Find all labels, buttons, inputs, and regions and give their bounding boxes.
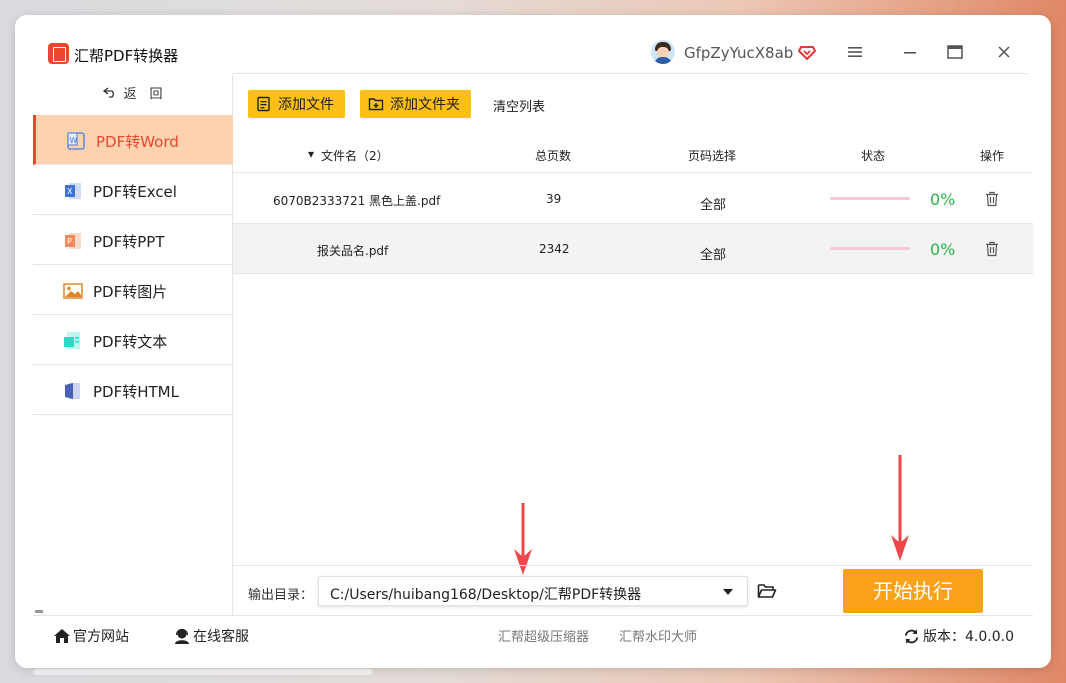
- username[interactable]: GfpZyYucX8ab: [684, 44, 793, 62]
- ppt-icon: P: [65, 233, 81, 249]
- progress-bar: [830, 197, 910, 200]
- sidebar-item-label: PDF转PPT: [93, 233, 165, 251]
- row-pages: 2342: [539, 242, 570, 256]
- refresh-icon: [904, 628, 919, 644]
- sort-caret-icon[interactable]: ▾: [308, 147, 314, 161]
- folder-open-icon[interactable]: [757, 582, 777, 600]
- back-label: 返 回: [123, 87, 163, 102]
- row-range[interactable]: 全部: [700, 244, 726, 263]
- sidebar-item-pdf-to-image[interactable]: PDF转图片: [33, 265, 233, 315]
- html-icon: [65, 383, 80, 399]
- official-website-label: 官方网站: [73, 629, 129, 645]
- progress-bar: [830, 247, 910, 250]
- add-folder-label: 添加文件夹: [390, 97, 460, 113]
- divider: [33, 615, 1033, 616]
- header-range: 页码选择: [688, 149, 737, 163]
- output-dir-label: 输出目录：: [248, 588, 314, 603]
- home-icon: [54, 629, 70, 643]
- back-button[interactable]: 返 回: [33, 83, 233, 107]
- app-window: 汇帮PDF转换器 GfpZyYucX8ab 返 回 W PDF转Word X P…: [15, 15, 1051, 668]
- divider: [233, 73, 1028, 74]
- word-icon: W: [67, 132, 85, 150]
- taskbar-hint: [33, 669, 373, 675]
- sidebar-item-label: PDF转文本: [93, 333, 168, 351]
- online-support-label: 在线客服: [193, 629, 249, 645]
- table-header: ▾ 文件名（2） 总页数 页码选择 状态 操作: [233, 135, 1033, 173]
- excel-icon: X: [65, 183, 81, 199]
- output-dir-value: C:/Users/huibang168/Desktop/汇帮PDF转换器: [330, 587, 642, 603]
- svg-text:W: W: [70, 136, 78, 145]
- svg-text:P: P: [67, 237, 72, 246]
- table-row[interactable]: 6070B2333721 黑色上盖.pdf 39 全部 0%: [233, 174, 1033, 224]
- headset-icon: [175, 628, 189, 644]
- sidebar-item-pdf-to-ppt[interactable]: P PDF转PPT: [33, 215, 233, 265]
- app-logo-icon: [48, 43, 69, 64]
- text-icon: [64, 332, 80, 349]
- official-website-link[interactable]: 官方网站: [53, 626, 129, 646]
- sidebar-item-label: PDF转图片: [93, 283, 168, 301]
- minimize-icon[interactable]: [901, 43, 919, 61]
- sidebar-item-label: PDF转HTML: [93, 383, 179, 401]
- resize-handle[interactable]: [35, 610, 43, 613]
- output-dir-select[interactable]: C:/Users/huibang168/Desktop/汇帮PDF转换器: [318, 576, 748, 606]
- chevron-down-icon: [723, 589, 733, 595]
- version-label: 版本：4.0.0.0: [923, 629, 1014, 645]
- sidebar-item-pdf-to-excel[interactable]: X PDF转Excel: [33, 165, 233, 215]
- start-button[interactable]: 开始执行: [843, 569, 983, 613]
- progress-percent: 0%: [930, 190, 956, 209]
- add-folder-icon: [368, 98, 384, 111]
- avatar[interactable]: [651, 40, 675, 64]
- sidebar-item-pdf-to-html[interactable]: PDF转HTML: [33, 365, 233, 415]
- row-pages: 39: [546, 192, 562, 206]
- back-arrow-icon: [103, 86, 117, 102]
- row-filename: 6070B2333721 黑色上盖.pdf: [273, 194, 441, 208]
- header-filename[interactable]: 文件名（2）: [321, 147, 389, 164]
- add-folder-button[interactable]: 添加文件夹: [360, 90, 471, 118]
- add-file-icon: [257, 96, 270, 112]
- maximize-icon[interactable]: [946, 43, 964, 61]
- menu-icon[interactable]: [846, 43, 864, 61]
- app-title: 汇帮PDF转换器: [74, 47, 179, 65]
- table-row[interactable]: 报关品名.pdf 2342 全部 0%: [233, 224, 1033, 274]
- vip-diamond-icon[interactable]: [798, 43, 816, 61]
- divider: [233, 565, 1033, 566]
- sidebar: 返 回 W PDF转Word X PDF转Excel P PDF转PPT PDF…: [33, 75, 233, 615]
- svg-text:X: X: [67, 187, 73, 196]
- sidebar-item-pdf-to-word[interactable]: W PDF转Word: [33, 115, 233, 165]
- trash-icon[interactable]: [985, 241, 999, 257]
- header-pages: 总页数: [535, 149, 572, 163]
- row-filename: 报关品名.pdf: [317, 244, 389, 258]
- close-icon[interactable]: [995, 43, 1013, 61]
- version-info[interactable]: 版本：4.0.0.0: [903, 626, 1014, 646]
- clear-list-button[interactable]: 清空列表: [493, 96, 545, 115]
- trash-icon[interactable]: [985, 191, 999, 207]
- sidebar-item-label: PDF转Excel: [93, 183, 177, 201]
- sidebar-item-pdf-to-text[interactable]: PDF转文本: [33, 315, 233, 365]
- watermark-link[interactable]: 汇帮水印大师: [619, 626, 697, 645]
- image-icon: [63, 283, 83, 299]
- add-file-label: 添加文件: [278, 97, 334, 113]
- header-status: 状态: [861, 149, 886, 163]
- progress-percent: 0%: [930, 240, 956, 259]
- online-support-link[interactable]: 在线客服: [173, 626, 249, 646]
- header-action: 操作: [980, 149, 1005, 163]
- annotation-arrow-icon: [891, 455, 909, 561]
- sidebar-item-label: PDF转Word: [96, 133, 179, 151]
- compressor-link[interactable]: 汇帮超级压缩器: [498, 626, 589, 645]
- row-range[interactable]: 全部: [700, 194, 726, 213]
- title-bar: 汇帮PDF转换器 GfpZyYucX8ab: [15, 15, 1051, 75]
- add-file-button[interactable]: 添加文件: [248, 90, 345, 118]
